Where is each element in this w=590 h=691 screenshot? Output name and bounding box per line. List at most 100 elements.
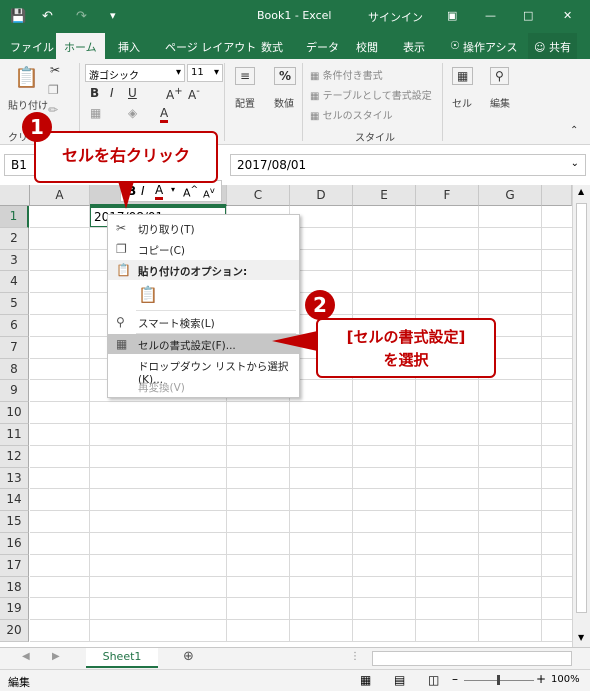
row-header-9[interactable]: 9 xyxy=(0,380,29,403)
menu-item-smart-lookup[interactable]: ⚲ スマート検索(L) xyxy=(108,312,299,332)
row-header-1[interactable]: 1 xyxy=(0,206,29,228)
save-icon[interactable]: 💾 xyxy=(10,9,26,24)
copy-icon[interactable]: ❐ xyxy=(48,83,59,97)
row-header-6[interactable]: 6 xyxy=(0,315,29,337)
font-size-select[interactable]: 11 ▾ xyxy=(187,64,223,82)
tab-file[interactable]: ファイル xyxy=(10,39,54,55)
row-header-7[interactable]: 7 xyxy=(0,336,29,359)
row-header-3[interactable]: 3 xyxy=(0,249,29,272)
number-label[interactable]: 数値 xyxy=(274,95,294,110)
tab-data[interactable]: データ xyxy=(306,39,339,55)
column-header-e[interactable]: E xyxy=(353,185,416,206)
font-color-icon[interactable]: A xyxy=(155,183,164,200)
tab-view[interactable]: 表示 xyxy=(403,39,425,55)
row-header-11[interactable]: 11 xyxy=(0,424,29,446)
add-sheet-icon[interactable]: ⊕ xyxy=(183,649,194,664)
underline-icon[interactable]: U xyxy=(128,86,137,100)
tab-insert[interactable]: 挿入 xyxy=(118,39,140,55)
number-format-icon[interactable]: % xyxy=(274,67,297,85)
signin-link[interactable]: サインイン xyxy=(368,9,423,25)
tell-me-search[interactable]: 操作アシス xyxy=(463,39,518,55)
row-header-10[interactable]: 10 xyxy=(0,402,29,424)
menu-item-copy[interactable]: ❐ コピー(C) xyxy=(108,239,299,259)
chevron-down-icon[interactable]: ▾ xyxy=(171,185,175,194)
column-header-c[interactable]: C xyxy=(227,185,290,206)
close-icon[interactable]: ✕ xyxy=(563,9,572,22)
alignment-label[interactable]: 配置 xyxy=(235,95,255,110)
paste-option-icon[interactable]: 📋 xyxy=(138,285,158,304)
minimize-icon[interactable]: — xyxy=(485,9,496,22)
italic-icon[interactable]: I xyxy=(110,86,114,100)
cell-styles-button[interactable]: ▦ セルのスタイル xyxy=(310,107,393,122)
alignment-icon[interactable]: ≡ xyxy=(235,67,256,85)
tab-home[interactable]: ホーム xyxy=(56,33,105,59)
ribbon-display-options-icon[interactable]: ▣ xyxy=(447,9,457,22)
scrollbar-thumb[interactable] xyxy=(576,203,587,613)
increase-font-icon[interactable]: A^ xyxy=(183,184,198,200)
select-all-button[interactable] xyxy=(0,185,30,206)
undo-icon[interactable]: ↶ xyxy=(42,9,53,24)
vertical-scrollbar[interactable]: ▲ ▼ xyxy=(572,185,590,647)
next-sheet-icon[interactable]: ▶ xyxy=(52,651,60,662)
conditional-formatting-button[interactable]: ▦ 条件付き書式 xyxy=(310,67,383,82)
decrease-font-icon[interactable]: A- xyxy=(188,86,200,102)
maximize-icon[interactable]: □ xyxy=(523,9,533,22)
normal-view-icon[interactable]: ▦ xyxy=(360,673,371,687)
sheet-tab-sheet1[interactable]: Sheet1 xyxy=(86,648,158,668)
row-header-14[interactable]: 14 xyxy=(0,489,29,512)
customize-quick-access-icon[interactable]: ▾ xyxy=(110,9,116,22)
tab-page-layout[interactable]: ページ レイアウト xyxy=(165,39,256,55)
expand-formula-icon[interactable]: ⌄ xyxy=(571,158,579,169)
tab-review[interactable]: 校閲 xyxy=(356,39,378,55)
zoom-level[interactable]: 100% xyxy=(551,674,580,685)
bold-icon[interactable]: B xyxy=(90,86,99,100)
menu-item-pick-from-dropdown[interactable]: ドロップダウン リストから選択(K)... xyxy=(108,355,299,386)
decrease-font-icon[interactable]: Av xyxy=(203,185,215,200)
column-header-g[interactable]: G xyxy=(479,185,542,206)
row-header-16[interactable]: 16 xyxy=(0,533,29,555)
scroll-up-icon[interactable]: ▲ xyxy=(578,187,584,196)
paste-icon[interactable]: 📋 xyxy=(14,65,39,89)
column-header-f[interactable]: F xyxy=(416,185,479,206)
format-painter-icon[interactable]: ✏ xyxy=(48,103,58,117)
borders-icon[interactable]: ▦ xyxy=(90,106,101,120)
row-header-4[interactable]: 4 xyxy=(0,271,29,294)
row-header-13[interactable]: 13 xyxy=(0,467,29,490)
row-header-8[interactable]: 8 xyxy=(0,358,29,381)
scroll-down-icon[interactable]: ▼ xyxy=(578,633,584,642)
zoom-out-icon[interactable]: – xyxy=(452,672,458,686)
menu-item-format-cells[interactable]: ▦ セルの書式設定(F)... xyxy=(108,334,299,354)
prev-sheet-icon[interactable]: ◀ xyxy=(22,651,30,662)
formula-input[interactable]: 2017/08/01 ⌄ xyxy=(230,154,586,176)
cells-icon[interactable]: ▦ xyxy=(452,67,474,85)
collapse-ribbon-icon[interactable]: ⌃ xyxy=(570,125,578,136)
column-header-d[interactable]: D xyxy=(290,185,353,206)
font-color-icon[interactable]: A xyxy=(160,106,169,123)
zoom-slider-thumb[interactable] xyxy=(497,675,500,685)
row-header-20[interactable]: 20 xyxy=(0,620,29,642)
editing-label[interactable]: 編集 xyxy=(490,95,510,110)
tab-formulas[interactable]: 数式 xyxy=(261,39,283,55)
row-header-15[interactable]: 15 xyxy=(0,511,29,533)
zoom-in-icon[interactable]: + xyxy=(536,672,546,686)
paste-label[interactable]: 貼り付け xyxy=(8,97,48,112)
cells-label[interactable]: セル xyxy=(452,95,472,110)
share-button[interactable]: ☺ 共有 xyxy=(528,33,577,59)
cut-icon[interactable]: ✂ xyxy=(50,63,60,77)
page-layout-view-icon[interactable]: ▤ xyxy=(394,673,405,687)
row-header-17[interactable]: 17 xyxy=(0,554,29,577)
menu-item-cut[interactable]: ✂ 切り取り(T) xyxy=(108,218,299,238)
row-header-18[interactable]: 18 xyxy=(0,576,29,599)
fill-color-icon[interactable]: ◈ xyxy=(128,106,137,120)
row-header-19[interactable]: 19 xyxy=(0,598,29,621)
find-icon[interactable]: ⚲ xyxy=(490,67,509,85)
row-header-12[interactable]: 12 xyxy=(0,445,29,468)
italic-icon[interactable]: I xyxy=(141,184,145,198)
format-as-table-button[interactable]: ▦ テーブルとして書式設定 xyxy=(310,87,432,102)
column-header-a[interactable]: A xyxy=(30,185,90,206)
row-header-2[interactable]: 2 xyxy=(0,227,29,250)
increase-font-icon[interactable]: A+ xyxy=(166,86,183,102)
column-header-h[interactable] xyxy=(542,185,572,206)
redo-icon[interactable]: ↷ xyxy=(76,9,87,24)
font-name-select[interactable]: 游ゴシック ▾ xyxy=(85,64,185,82)
